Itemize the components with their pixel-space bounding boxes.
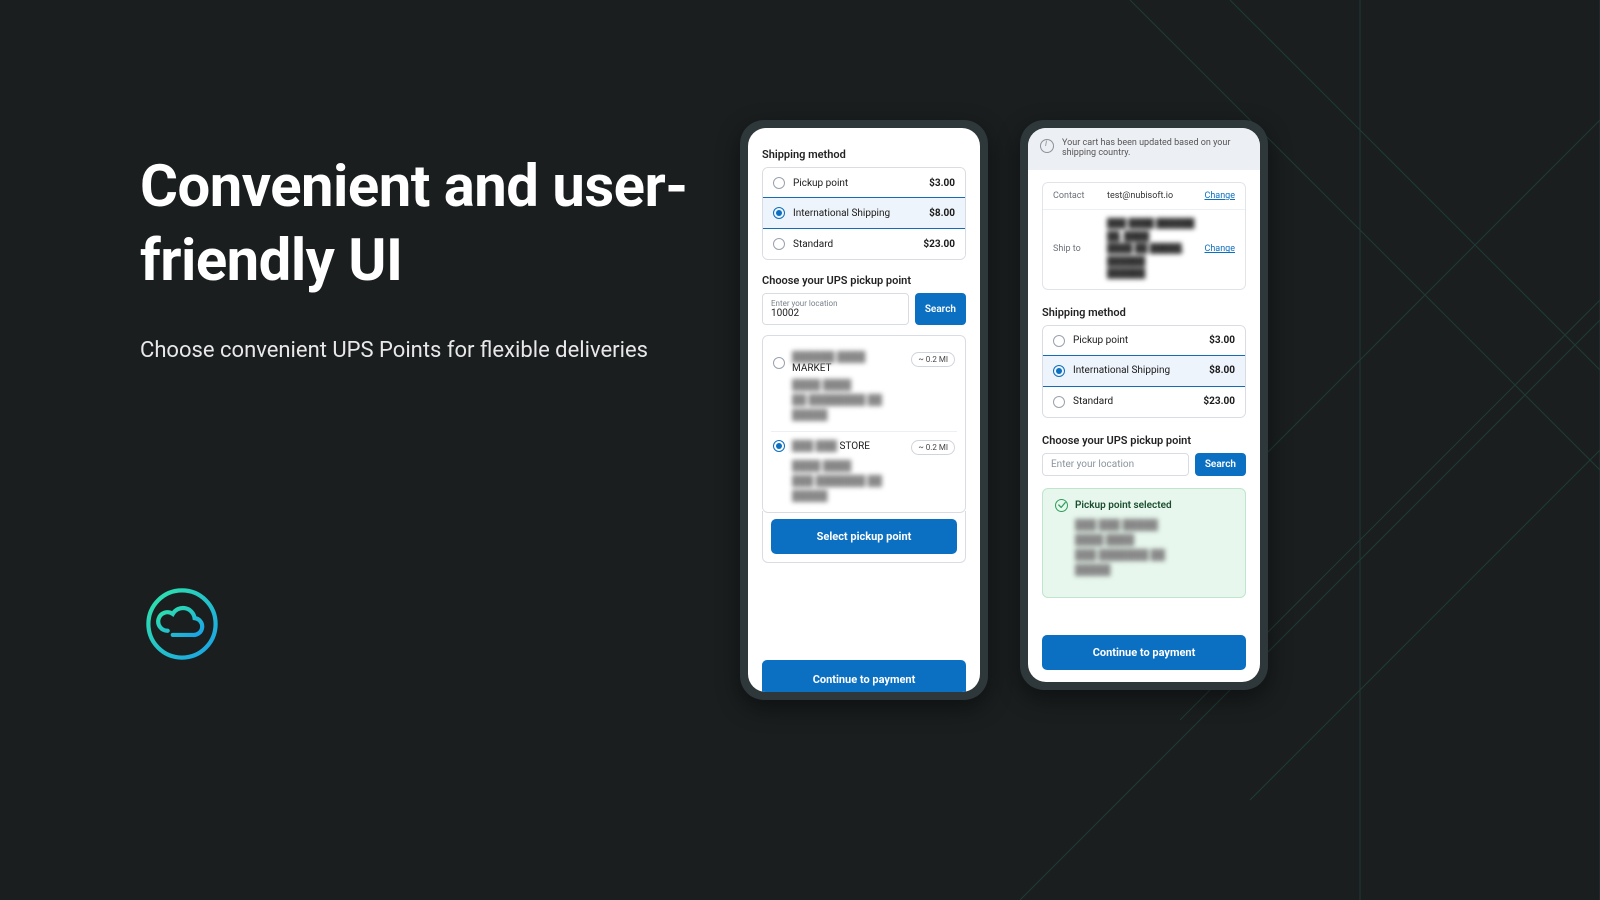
location-input[interactable]: Enter your location 10002 <box>762 293 909 325</box>
radio-icon <box>773 177 785 189</box>
input-value: 10002 <box>771 308 900 319</box>
shipping-price: $3.00 <box>929 178 955 189</box>
change-shipto-link[interactable]: Change <box>1204 244 1235 254</box>
radio-icon <box>773 207 785 219</box>
phone-mockup-b: Your cart has been updated based on your… <box>1020 120 1268 690</box>
distance-chip: ~ 0.2 MI <box>911 440 955 455</box>
shipping-option-standard[interactable]: Standard $23.00 <box>1043 386 1245 417</box>
choose-pickup-title: Choose your UPS pickup point <box>762 274 966 287</box>
shipping-option-label: Standard <box>793 239 833 250</box>
info-banner: Your cart has been updated based on your… <box>1028 128 1260 170</box>
check-icon <box>1055 499 1068 512</box>
brand-logo <box>140 582 224 670</box>
continue-button[interactable]: Continue to payment <box>762 660 966 692</box>
radio-icon <box>1053 335 1065 347</box>
radio-icon <box>1053 365 1065 377</box>
pickup-point-address: ████ ██████ ████████ ███████ <box>773 378 955 423</box>
shipping-option-intl[interactable]: International Shipping $8.00 <box>762 197 966 229</box>
shipping-method-title: Shipping method <box>1042 306 1246 319</box>
shipping-price: $3.00 <box>1209 335 1235 346</box>
shipping-method-list: Pickup point $3.00 International Shippin… <box>1042 325 1246 418</box>
pickup-point-name: MARKET <box>792 363 832 374</box>
change-contact-link[interactable]: Change <box>1204 191 1235 201</box>
shipping-method-title: Shipping method <box>762 148 966 161</box>
pickup-point-name: STORE <box>839 441 870 452</box>
shipping-option-label: Pickup point <box>1073 335 1128 346</box>
search-button[interactable]: Search <box>915 293 966 325</box>
hero-subtitle: Choose convenient UPS Points for flexibl… <box>140 334 700 368</box>
banner-text: Your cart has been updated based on your… <box>1062 138 1248 158</box>
info-icon <box>1040 139 1054 153</box>
shipping-price: $8.00 <box>1209 365 1235 376</box>
shipping-option-label: Pickup point <box>793 178 848 189</box>
shipping-method-list: Pickup point $3.00 International Shippin… <box>762 167 966 260</box>
radio-icon <box>1053 396 1065 408</box>
radio-icon <box>773 238 785 250</box>
continue-button[interactable]: Continue to payment <box>1042 635 1246 670</box>
select-pickup-button[interactable]: Select pickup point <box>771 519 957 554</box>
choose-pickup-title: Choose your UPS pickup point <box>1042 434 1246 447</box>
shipping-option-label: International Shipping <box>793 208 890 219</box>
shipping-option-pickup[interactable]: Pickup point $3.00 <box>1043 326 1245 356</box>
shipping-option-label: International Shipping <box>1073 365 1170 376</box>
search-button[interactable]: Search <box>1195 453 1246 476</box>
shipping-price: $8.00 <box>929 208 955 219</box>
shipto-label: Ship to <box>1053 244 1101 254</box>
shipto-row: Ship to ███ ████ ██████ ██, ████████ ██ … <box>1043 209 1245 289</box>
selected-address: ███ ███ █████████ ███████ ███████ ██████… <box>1055 518 1233 578</box>
pickup-point-list: ██████ ████ MARKET ~ 0.2 MI ████ ██████ … <box>762 335 966 513</box>
radio-icon <box>773 357 785 369</box>
shipping-option-pickup[interactable]: Pickup point $3.00 <box>763 168 965 198</box>
hero-title: Convenient and user-friendly UI <box>140 150 700 298</box>
pickup-point-item[interactable]: ███ ███ STORE ~ 0.2 MI ████ ███████ ████… <box>771 431 957 512</box>
location-input[interactable]: Enter your location <box>1042 453 1189 476</box>
shipping-price: $23.00 <box>1203 396 1235 407</box>
pickup-selected-label: Pickup point selected <box>1075 500 1172 511</box>
contact-label: Contact <box>1053 191 1101 201</box>
shipping-price: $23.00 <box>923 239 955 250</box>
input-label: Enter your location <box>771 299 900 308</box>
distance-chip: ~ 0.2 MI <box>911 352 955 367</box>
pickup-selected-box: Pickup point selected ███ ███ █████████ … <box>1042 488 1246 598</box>
input-placeholder: Enter your location <box>1051 459 1180 470</box>
contact-row: Contact test@nubisoft.io Change <box>1043 183 1245 209</box>
shipping-option-intl[interactable]: International Shipping $8.00 <box>1042 355 1246 387</box>
shipping-option-standard[interactable]: Standard $23.00 <box>763 228 965 259</box>
shipto-value: ███ ████ ██████ ██, ████████ ██ █████, █… <box>1101 218 1204 281</box>
pickup-point-item[interactable]: ██████ ████ MARKET ~ 0.2 MI ████ ██████ … <box>771 344 957 431</box>
order-info: Contact test@nubisoft.io Change Ship to … <box>1042 182 1246 290</box>
pickup-point-address: ████ ███████ ███████ ███████ <box>773 459 955 504</box>
phone-mockup-a: Shipping method Pickup point $3.00 Inter… <box>740 120 988 700</box>
radio-icon <box>773 440 785 452</box>
contact-value: test@nubisoft.io <box>1101 191 1204 201</box>
shipping-option-label: Standard <box>1073 396 1113 407</box>
